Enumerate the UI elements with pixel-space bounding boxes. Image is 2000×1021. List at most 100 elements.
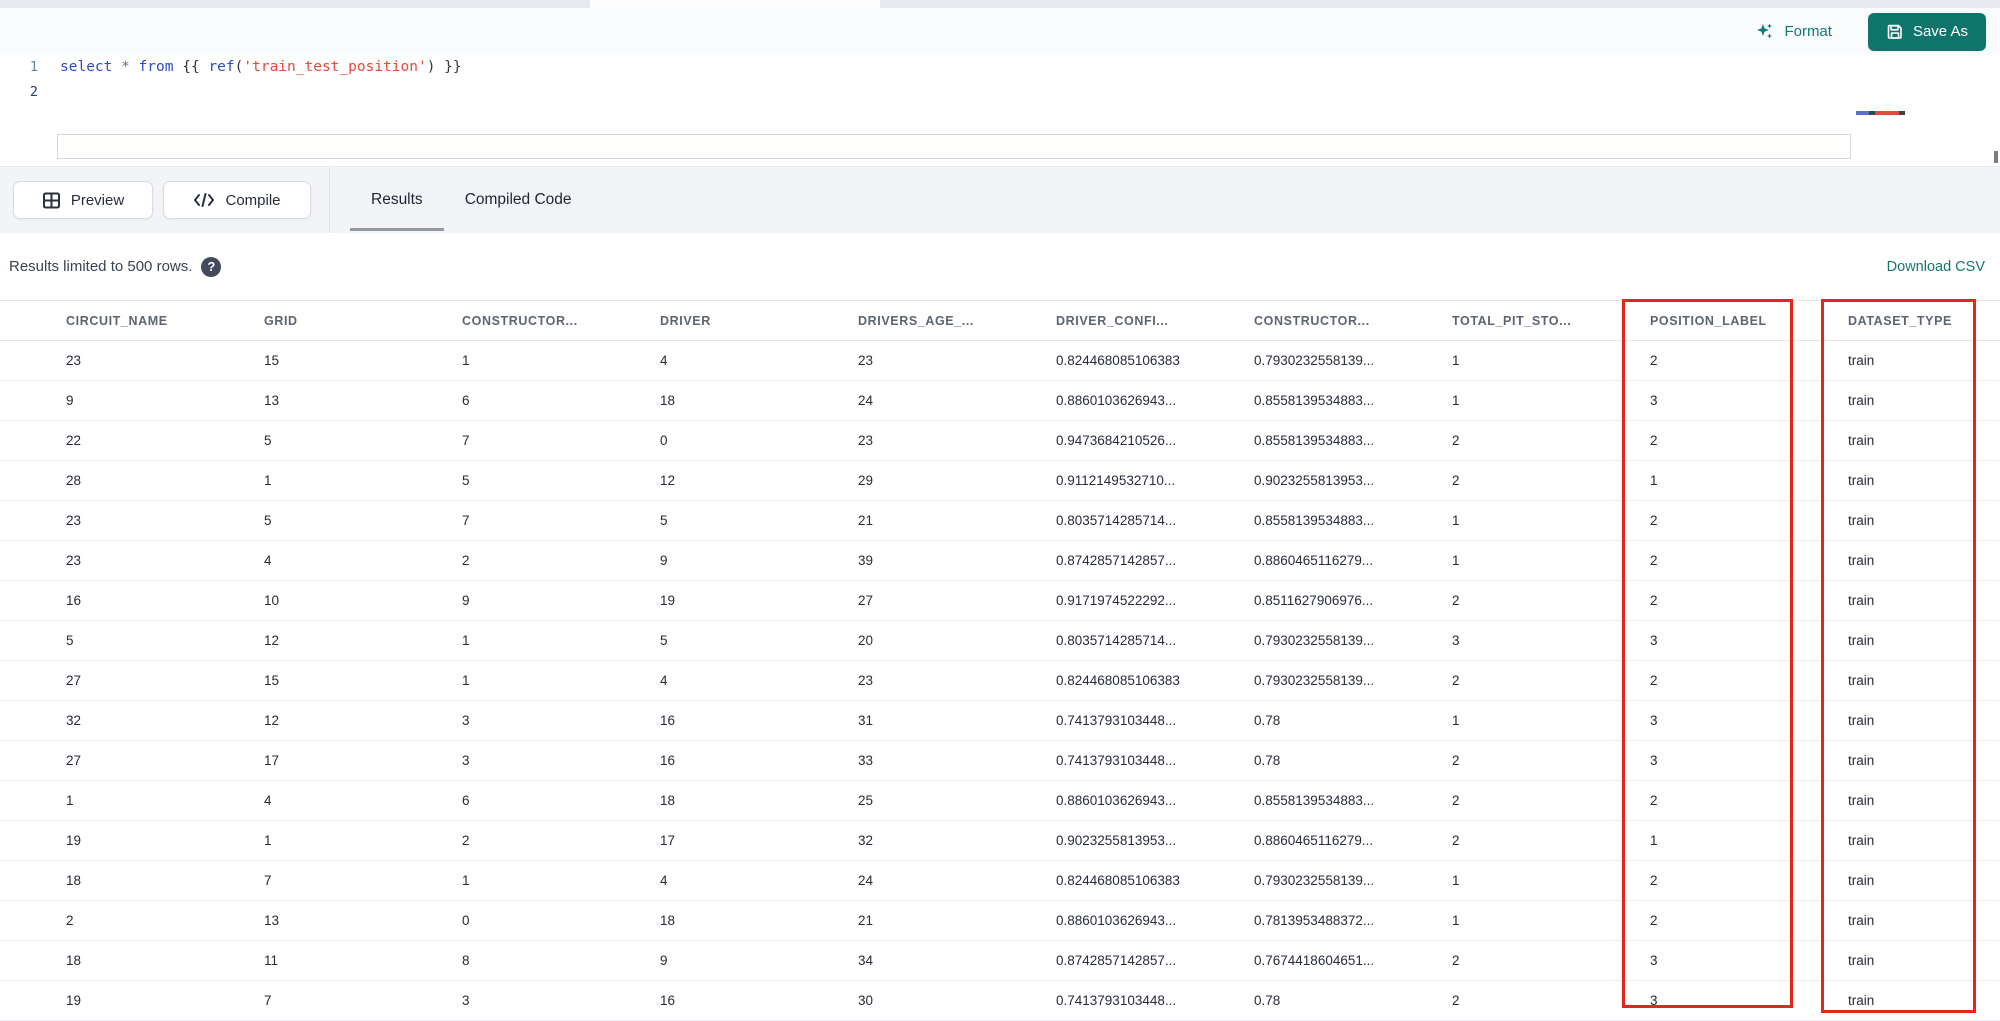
table-cell: 0 (660, 433, 668, 448)
table-cell: train (1848, 473, 1875, 488)
table-cell: 3 (1650, 393, 1658, 408)
active-file-tab[interactable] (590, 0, 880, 8)
table-row: 28 1 5 12 29 0.9112149532710... 0.902325581395… (0, 461, 2000, 501)
table-cell: train (1848, 993, 1875, 1008)
table-cell: 33 (858, 753, 874, 768)
table-cell: 39 (858, 553, 874, 568)
table-cell: 24 (858, 873, 874, 888)
download-csv-link[interactable]: Download CSV (1887, 259, 1985, 275)
status-row: Results limited to 500 rows. ? Download … (0, 233, 2000, 300)
table-cell: 3 (1650, 953, 1658, 968)
table-row: 27 17 3 16 33 0.7413793103448... 0.78 2 3 train (0, 741, 2000, 781)
table-cell: 2 (1650, 353, 1658, 368)
table-cell: 2 (1650, 513, 1658, 528)
table-cell: 27 (66, 753, 82, 768)
sql-editor[interactable]: 1 select * from {{ ref('train_test_positi… (0, 55, 2000, 166)
table-cell: 3 (1650, 713, 1658, 728)
table-cell: 0.9473684210526... (1056, 433, 1177, 448)
table-cell: 2 (66, 913, 74, 928)
table-cell: 8 (462, 953, 470, 968)
table-cell: 5 (660, 513, 668, 528)
tab-compiled-code[interactable]: Compiled Code (444, 167, 593, 234)
table-cell: 2 (1650, 873, 1658, 888)
table-cell: train (1848, 393, 1875, 408)
table-cell: 1 (1452, 553, 1460, 568)
table-cell: 9 (660, 953, 668, 968)
minimap[interactable] (1856, 111, 1914, 115)
table-cell: 0.8511627906976... (1254, 593, 1374, 608)
header-cell: CONSTRUCTOR... (462, 314, 578, 328)
table-cell: train (1848, 593, 1875, 608)
table-cell: 2 (1650, 433, 1658, 448)
table-cell: 0.8035714285714... (1056, 513, 1177, 528)
save-as-button[interactable]: Save As (1867, 12, 1986, 51)
table-cell: 0.8860465116279... (1254, 833, 1374, 848)
scrollbar-thumb[interactable] (1994, 151, 1998, 163)
current-line-highlight (57, 134, 1851, 159)
table-cell: 0.78 (1254, 993, 1281, 1008)
table-cell: 2 (1452, 953, 1460, 968)
table-cell: 2 (1650, 673, 1658, 688)
table-row: 23 15 1 4 23 0.824468085106383 0.7930232558139… (0, 341, 2000, 381)
table-cell: 3 (462, 753, 470, 768)
table-cell: 1 (1452, 913, 1460, 928)
table-cell: 2 (1650, 793, 1658, 808)
table-cell: 19 (660, 593, 676, 608)
table-cell: 5 (462, 473, 470, 488)
row-limit-message: Results limited to 500 rows. (9, 258, 193, 275)
table-row: 2 13 0 18 21 0.8860103626943... 0.781395348837… (0, 901, 2000, 941)
table-row: 18 11 8 9 34 0.8742857142857... 0.767441860465… (0, 941, 2000, 981)
table-cell: 18 (660, 393, 676, 408)
table-cell: 12 (264, 713, 280, 728)
save-icon (1886, 23, 1904, 41)
table-body: 23 15 1 4 23 0.824468085106383 0.7930232558139… (0, 341, 2000, 1021)
table-cell: 4 (660, 673, 668, 688)
table-row: 1 4 6 18 25 0.8860103626943... 0.8558139534883… (0, 781, 2000, 821)
header-cell: GRID (264, 314, 298, 328)
table-cell: 9 (462, 593, 470, 608)
table-cell: 0.7930232558139... (1254, 353, 1375, 368)
editor-toolbar: Format Save As (0, 8, 2000, 55)
table-cell: 1 (1452, 393, 1460, 408)
table-cell: 0.8558139534883... (1254, 433, 1375, 448)
table-cell: 9 (660, 553, 668, 568)
table-row: 32 12 3 16 31 0.7413793103448... 0.78 1 3 train (0, 701, 2000, 741)
table-cell: 0.7413793103448... (1056, 993, 1177, 1008)
table-cell: 2 (1650, 553, 1658, 568)
table-cell: 1 (1452, 513, 1460, 528)
code-line[interactable]: 2 (0, 80, 2000, 105)
table-cell: 2 (1452, 433, 1460, 448)
table-cell: train (1848, 793, 1875, 808)
table-cell: 17 (264, 753, 280, 768)
table-cell: 20 (858, 633, 874, 648)
table-cell: 0.7413793103448... (1056, 753, 1177, 768)
compile-label: Compile (225, 191, 281, 209)
code-icon (193, 191, 215, 209)
table-cell: 24 (858, 393, 874, 408)
tab-results[interactable]: Results (350, 167, 444, 234)
format-button[interactable]: Format (1755, 22, 1832, 42)
table-cell: 32 (858, 833, 874, 848)
line-number: 2 (29, 84, 38, 100)
table-cell: 0.78 (1254, 713, 1281, 728)
table-cell: 34 (858, 953, 874, 968)
save-as-label: Save As (1912, 23, 1968, 40)
table-cell: 5 (264, 433, 272, 448)
code-line[interactable]: 1 select * from {{ ref('train_test_positi… (0, 55, 2000, 80)
table-cell: 3 (1452, 633, 1460, 648)
table-cell: 19 (66, 833, 82, 848)
help-icon[interactable]: ? (201, 256, 222, 277)
table-cell: 3 (1650, 753, 1658, 768)
table-cell: 18 (66, 873, 82, 888)
table-row: 23 5 7 5 21 0.8035714285714... 0.8558139534883… (0, 501, 2000, 541)
table-cell: 16 (660, 713, 676, 728)
compile-button[interactable]: Compile (163, 181, 311, 219)
table-cell: 9 (66, 393, 74, 408)
preview-button[interactable]: Preview (13, 181, 153, 219)
table-cell: 28 (66, 473, 82, 488)
preview-label: Preview (70, 191, 125, 209)
table-icon (42, 191, 61, 210)
editor-tab-strip (0, 0, 2000, 8)
table-row: 5 12 1 5 20 0.8035714285714... 0.7930232558139… (0, 621, 2000, 661)
table-cell: 1 (462, 633, 470, 648)
